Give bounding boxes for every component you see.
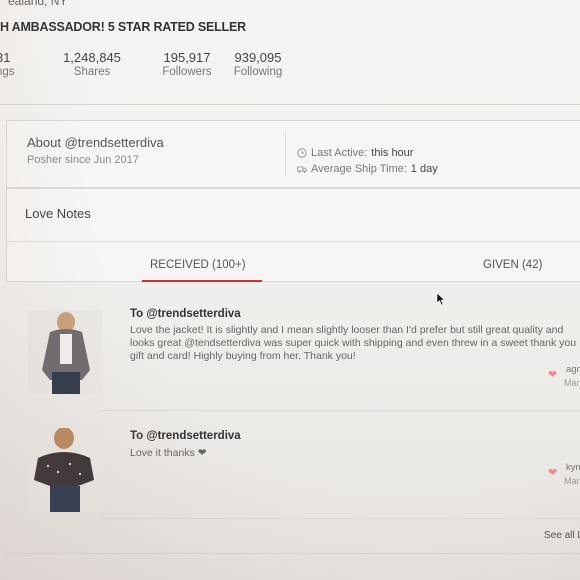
- stat-number: 939,095: [234, 50, 282, 65]
- last-active-value: this hour: [371, 147, 414, 159]
- note-text: Love it thanks ❤: [130, 447, 207, 459]
- note-author[interactable]: kym: [566, 462, 580, 473]
- note-recipient[interactable]: To @trendsetterdiva: [130, 308, 241, 320]
- stat-number: 1,248,845: [63, 50, 121, 65]
- about-card: About @trendsetterdiva Posher since Jun …: [6, 120, 580, 188]
- stat-label: Following: [233, 66, 283, 78]
- stat-label: ngs: [0, 66, 15, 78]
- stat-label: Shares: [73, 66, 111, 78]
- love-notes-title: Love Notes: [25, 206, 91, 221]
- clock-icon: [297, 148, 307, 158]
- about-divider: [285, 131, 286, 177]
- seller-location: ealand, NY: [8, 0, 68, 8]
- note-text: Love the jacket! It is slightly and I me…: [130, 324, 577, 362]
- last-active-label: Last Active:: [311, 147, 368, 159]
- jacket-photo: [28, 310, 102, 394]
- ship-time-label: Average Ship Time:: [311, 163, 407, 175]
- stat-shares[interactable]: 1,248,845 Shares: [58, 50, 126, 78]
- note-divider: [100, 410, 580, 411]
- note-divider: [100, 518, 580, 519]
- tab-received[interactable]: RECEIVED (100+): [150, 259, 246, 271]
- posher-since: Posher since Jun 2017: [27, 154, 139, 166]
- active-tab-indicator: [142, 280, 262, 282]
- list-item: To @trendsetterdiva Love the jacket! It …: [28, 306, 580, 406]
- screen: ealand, NY H AMBASSADOR! 5 STAR RATED SE…: [0, 0, 580, 580]
- note-author[interactable]: agra: [566, 364, 580, 375]
- header-divider: [0, 104, 580, 105]
- love-notes-divider: [7, 241, 580, 242]
- stat-label: Followers: [162, 66, 212, 78]
- top-photo: [28, 428, 102, 512]
- heart-icon: ❤: [548, 467, 558, 479]
- see-all-link[interactable]: See all Lo: [544, 530, 580, 541]
- stat-listings[interactable]: 31 ngs: [0, 50, 18, 78]
- card-bottom-edge: [6, 553, 580, 554]
- note-recipient[interactable]: To @trendsetterdiva: [130, 430, 241, 442]
- tab-given[interactable]: GIVEN (42): [483, 259, 542, 271]
- mouse-cursor-icon: [436, 292, 446, 306]
- listing-thumbnail[interactable]: [28, 310, 102, 394]
- note-date: Mar: [564, 378, 580, 388]
- list-item: To @trendsetterdiva Love it thanks ❤ ❤ k…: [28, 428, 580, 518]
- stat-number: 31: [0, 50, 11, 65]
- love-notes-card: Love Notes RECEIVED (100+) GIVEN (42): [6, 188, 580, 282]
- last-active-row: Last Active: this hour: [297, 147, 413, 159]
- ship-time-value: 1 day: [410, 163, 438, 175]
- truck-icon: [297, 166, 307, 173]
- stats-bar: 31 ngs 1,248,845 Shares 195,917 Follower…: [0, 50, 580, 98]
- about-title: About @trendsetterdiva: [27, 135, 164, 150]
- seller-tagline: H AMBASSADOR! 5 STAR RATED SELLER: [0, 20, 246, 34]
- note-date: Mar: [564, 476, 580, 486]
- ship-time-row: Average Ship Time: 1 day: [297, 163, 438, 175]
- stat-number: 195,917: [163, 50, 211, 65]
- stat-following[interactable]: 939,095 Following: [232, 50, 284, 78]
- stat-followers[interactable]: 195,917 Followers: [160, 50, 214, 78]
- heart-icon: ❤: [548, 369, 558, 381]
- listing-thumbnail[interactable]: [28, 428, 102, 512]
